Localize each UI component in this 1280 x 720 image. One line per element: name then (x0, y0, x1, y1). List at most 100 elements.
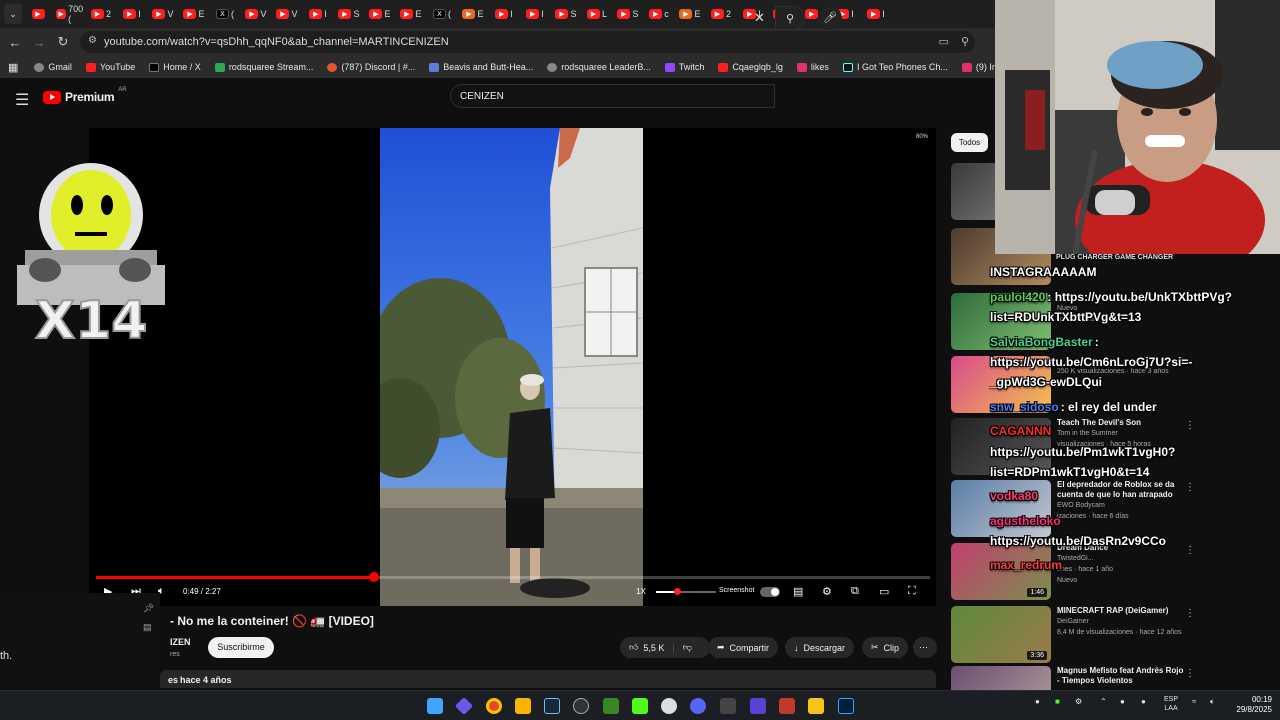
more-vertical-icon[interactable]: ⋮ (1185, 420, 1195, 431)
browser-tab[interactable]: ▶ E (459, 4, 487, 24)
fullscreen-icon[interactable]: ⛶ (908, 585, 916, 598)
tray-kick-icon[interactable]: ■ (1055, 697, 1060, 706)
clip-button[interactable]: ✂ Clip (862, 637, 909, 658)
tray-icon[interactable]: ● (1035, 697, 1040, 706)
browser-tab[interactable]: ▶ V (242, 4, 270, 24)
browser-tab[interactable]: ▶ (25, 4, 53, 24)
search-button[interactable]: ⚲ (775, 6, 805, 30)
browser-tab[interactable]: ▶ E (180, 4, 208, 24)
copilot-icon[interactable] (454, 696, 474, 716)
kick-icon[interactable] (632, 698, 648, 714)
browser-tab[interactable]: ▶I (521, 4, 549, 24)
like-icon[interactable]: 👍︎ (629, 642, 638, 653)
speaker-icon[interactable]: 🔈︎ (1210, 697, 1215, 707)
settings-app-icon[interactable] (720, 698, 736, 714)
bookmark-item[interactable]: (9) Instagram (961, 62, 995, 72)
zoom-icon[interactable]: ⚲ (961, 35, 969, 48)
recommended-video[interactable]: 3:36 MINECRAFT RAP (DeiGamer) DeiGamer 8,4 … (951, 606, 1199, 663)
browser-tab[interactable]: ▶ V (273, 4, 301, 24)
recommended-title[interactable]: El depredador de Roblox se da cuenta de … (1057, 480, 1185, 500)
browser-tab[interactable]: ▶ E (676, 4, 704, 24)
clear-search-icon[interactable]: ✕ (754, 10, 765, 26)
browser-tab[interactable]: ▶ 2 (707, 4, 735, 24)
speed-button[interactable]: 1X (636, 587, 646, 596)
browser-tab[interactable]: ▶I (304, 4, 332, 24)
subscribe-button[interactable]: Suscribirme (208, 637, 274, 658)
bookmark-item[interactable]: Beavis and Butt-Hea... (429, 62, 533, 72)
start-windows-icon[interactable] (427, 698, 443, 714)
progress-scrubber[interactable] (368, 572, 379, 582)
tab-search-menu[interactable]: ⌄ (4, 4, 22, 24)
more-vertical-icon[interactable]: ⋮ (1185, 608, 1195, 619)
mic-icon[interactable]: ● (1141, 697, 1146, 706)
miniplayer-icon[interactable]: ⧉ (851, 585, 859, 598)
voice-search-icon[interactable]: 🎤︎ (818, 6, 842, 30)
bookmark-item[interactable]: rodsquaree Stream... (214, 62, 313, 72)
more-vertical-icon[interactable]: ⋮ (1185, 482, 1195, 493)
chrome-icon[interactable] (486, 698, 502, 714)
bookmark-item[interactable]: Gmail (34, 62, 72, 72)
bookmark-item[interactable]: I Got Teo Phones Ch... (842, 62, 948, 72)
steam-icon[interactable] (544, 698, 560, 714)
discord-icon[interactable] (690, 698, 706, 714)
install-app-icon[interactable]: ▭ (939, 35, 949, 48)
browser-tab[interactable]: ▶ S (335, 4, 363, 24)
browser-tab[interactable]: ▶I (118, 4, 146, 24)
bookmark-item[interactable]: likes (796, 62, 829, 72)
browser-tab[interactable]: ▶I (862, 4, 890, 24)
pin-icon[interactable]: 📌︎ (143, 603, 154, 614)
bookmark-item[interactable]: rodsquaree LeaderB... (547, 62, 651, 72)
recommended-title[interactable]: Teach The Devil's Son (1057, 418, 1185, 428)
file-explorer-icon[interactable] (515, 698, 531, 714)
theater-mode-icon[interactable]: ▭ (879, 585, 889, 598)
chip-all[interactable]: Todos (951, 133, 988, 152)
settings-gear-icon[interactable]: ⚙ (822, 585, 832, 598)
recommended-title[interactable]: Magnus Mefisto feat Andrés Rojo - Tiempo… (1057, 666, 1185, 686)
browser-tab[interactable]: ▶ L (583, 4, 611, 24)
language-indicator[interactable]: ESP LAA (1164, 695, 1178, 713)
search-input[interactable]: CENIZEN (450, 84, 775, 108)
description-box[interactable] (160, 670, 936, 688)
browser-tab[interactable]: ▶ S (614, 4, 642, 24)
volume-knob[interactable] (674, 588, 681, 595)
browser-tab[interactable]: ▶ E (366, 4, 394, 24)
calendar-icon[interactable] (779, 698, 795, 714)
wifi-icon[interactable]: ≈ (1192, 697, 1196, 706)
app-icon[interactable] (661, 698, 677, 714)
site-info-icon[interactable]: ⚙ (88, 35, 97, 46)
chart-app-icon[interactable] (808, 698, 824, 714)
minecraft-icon[interactable] (603, 698, 619, 714)
recommended-channel[interactable]: DeiGamer (1057, 618, 1089, 625)
download-button[interactable]: ↓ Descargar (785, 637, 855, 658)
obs-icon[interactable] (573, 698, 589, 714)
browser-tab[interactable]: ▶ 2 (87, 4, 115, 24)
share-button[interactable]: ➦ Compartir (708, 637, 779, 658)
bookmark-item[interactable]: (787) Discord | #... (327, 62, 415, 72)
recommended-channel[interactable]: EWO Bodycam (1057, 502, 1105, 509)
youtube-premium-logo[interactable]: Premium AR (43, 87, 127, 104)
browser-tab[interactable]: ▶ V (149, 4, 177, 24)
recommended-channel[interactable]: Tom in the Summer (1057, 430, 1118, 437)
dislike-icon[interactable]: 👎︎ (683, 642, 692, 653)
more-vertical-icon[interactable]: ⋮ (1185, 668, 1195, 679)
menu-hamburger-icon[interactable]: ☰ (15, 90, 29, 110)
clock[interactable]: 00:19 29/8/2025 (1222, 695, 1272, 715)
video-player[interactable] (89, 128, 936, 606)
browser-tab[interactable]: X( (428, 4, 456, 24)
tray-app-icon[interactable]: ⚙ (1075, 697, 1082, 706)
bookmark-item[interactable]: YouTube (85, 62, 135, 72)
browser-tab[interactable]: ▶ S (552, 4, 580, 24)
subtitles-icon[interactable]: ▤ (793, 585, 803, 598)
browser-tab[interactable]: X( (211, 4, 239, 24)
recommended-title[interactable]: MINECRAFT RAP (DeiGamer) (1057, 606, 1185, 616)
autoplay-play-icon[interactable]: ● (771, 584, 778, 598)
apps-grid-icon[interactable]: ▦ (8, 61, 18, 74)
url-field[interactable]: ⚙ youtube.com/watch?v=qsDhh_qqNF0&ab_cha… (80, 31, 975, 53)
forward-icon[interactable]: → (27, 35, 51, 50)
bookmark-item[interactable]: Cqaeglqb_lg (718, 62, 783, 72)
browser-tab[interactable]: ▶I (490, 4, 518, 24)
tray-arrow-icon[interactable]: ⌃ (1100, 697, 1107, 706)
browser-tab[interactable]: ▶ 700 ( (56, 4, 84, 24)
more-actions-button[interactable]: ⋯ (913, 637, 937, 658)
like-count[interactable]: 5,5 K (643, 643, 664, 653)
